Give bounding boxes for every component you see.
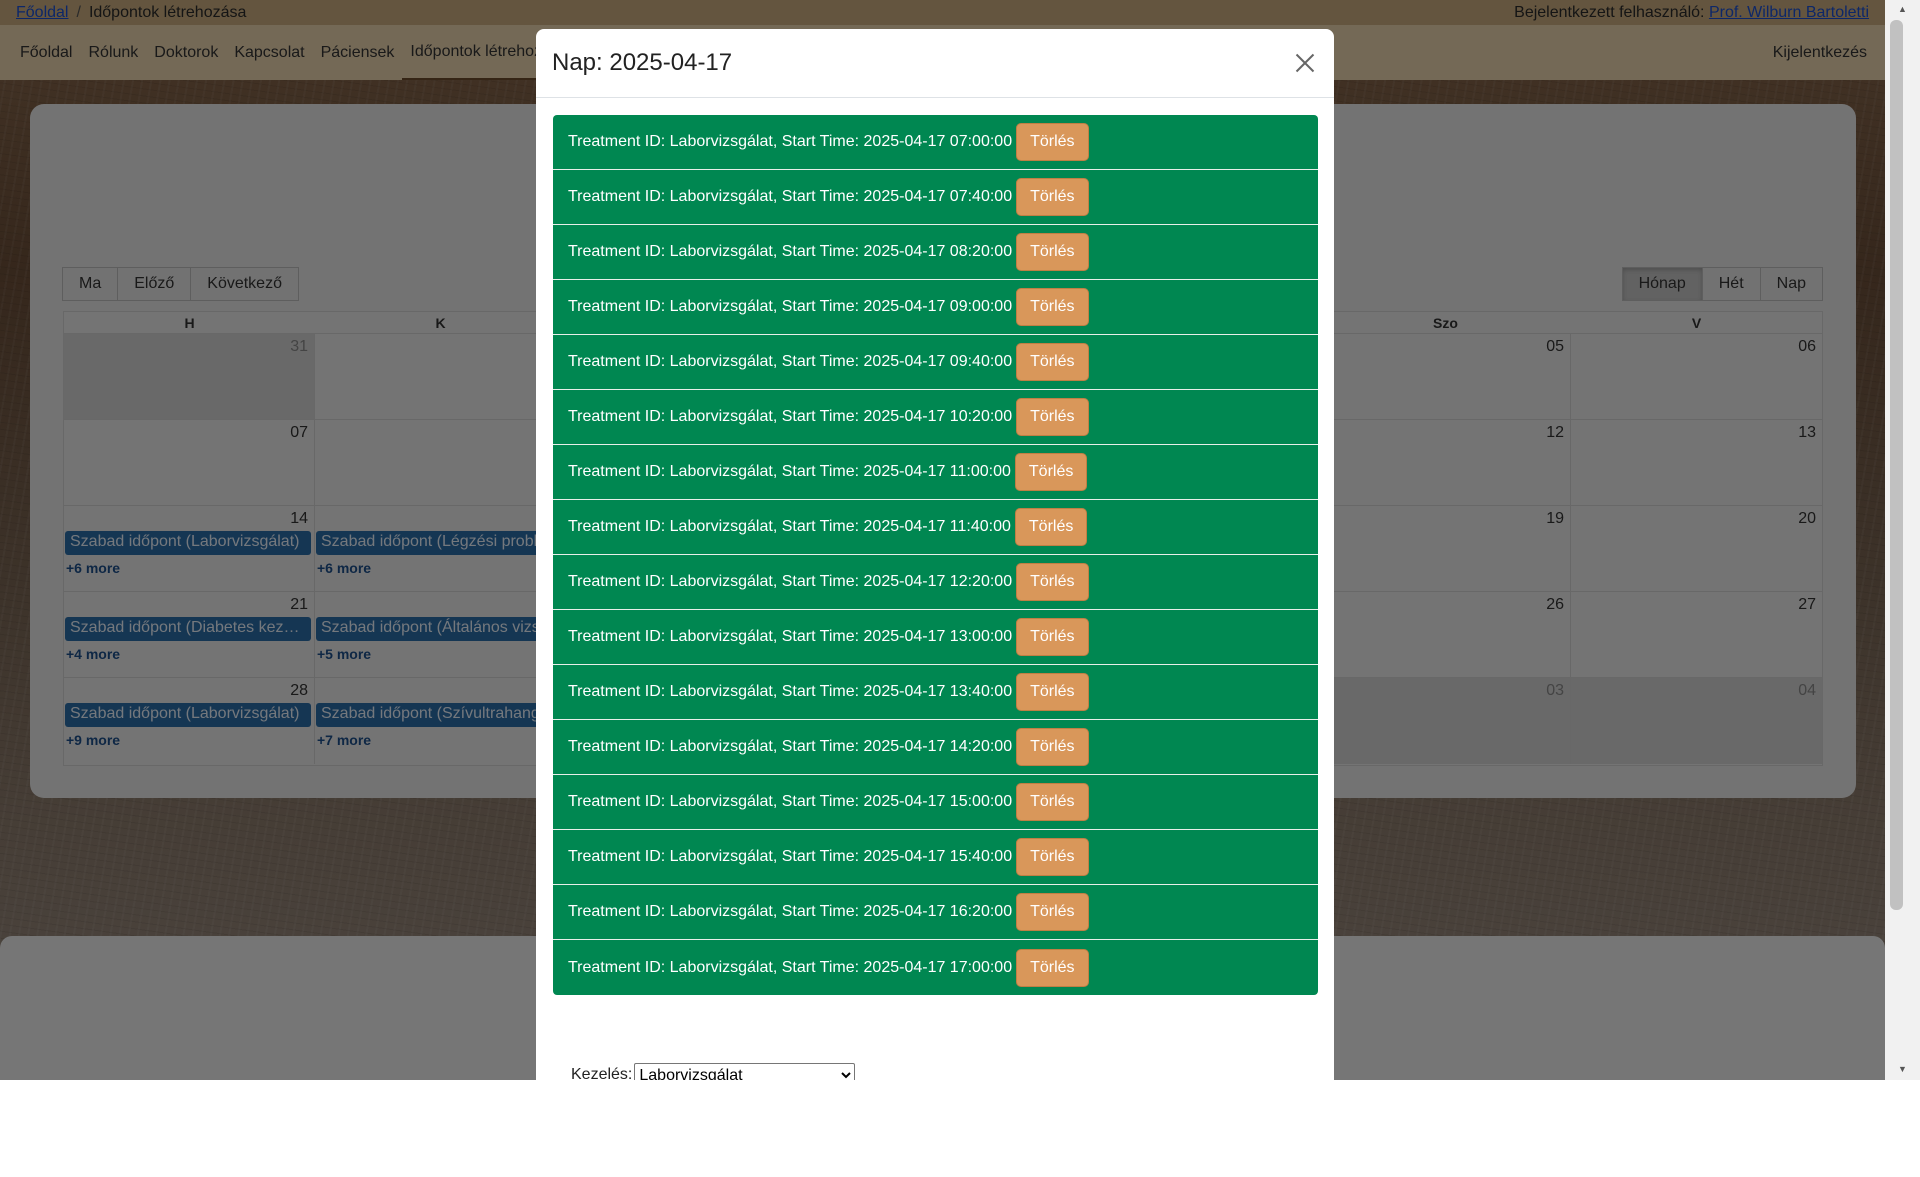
delete-appointment-button[interactable]: Törlés — [1016, 618, 1089, 656]
appointment-text: Treatment ID: Laborvizsgálat, Start Time… — [568, 793, 1013, 810]
delete-appointment-button[interactable]: Törlés — [1016, 343, 1089, 381]
delete-appointment-button[interactable]: Törlés — [1016, 123, 1089, 161]
appointment-text: Treatment ID: Laborvizsgálat, Start Time… — [568, 463, 1011, 480]
treatment-select[interactable]: Laborvizsgálat — [634, 1063, 856, 1080]
appointment-row: Treatment ID: Laborvizsgálat, Start Time… — [553, 500, 1318, 555]
delete-appointment-button[interactable]: Törlés — [1016, 838, 1089, 876]
delete-appointment-button[interactable]: Törlés — [1016, 563, 1089, 601]
appointment-row: Treatment ID: Laborvizsgálat, Start Time… — [553, 225, 1318, 280]
appointment-row: Treatment ID: Laborvizsgálat, Start Time… — [553, 665, 1318, 720]
delete-appointment-button[interactable]: Törlés — [1016, 398, 1089, 436]
page-scrollbar[interactable]: ▲ ▼ — [1885, 0, 1920, 1080]
modal-title: Nap: 2025-04-17 — [552, 49, 733, 76]
appointment-row: Treatment ID: Laborvizsgálat, Start Time… — [553, 445, 1318, 500]
modal-header: Nap: 2025-04-17 — [536, 29, 1334, 98]
delete-appointment-button[interactable]: Törlés — [1016, 893, 1089, 931]
delete-appointment-button[interactable]: Törlés — [1016, 178, 1089, 216]
appointment-text: Treatment ID: Laborvizsgálat, Start Time… — [568, 243, 1013, 260]
appointment-row: Treatment ID: Laborvizsgálat, Start Time… — [553, 170, 1318, 225]
appointment-text: Treatment ID: Laborvizsgálat, Start Time… — [568, 518, 1011, 535]
appointment-row: Treatment ID: Laborvizsgálat, Start Time… — [553, 390, 1318, 445]
appointment-text: Treatment ID: Laborvizsgálat, Start Time… — [568, 298, 1013, 315]
delete-appointment-button[interactable]: Törlés — [1014, 508, 1088, 546]
close-icon[interactable] — [1290, 48, 1320, 78]
appointment-text: Treatment ID: Laborvizsgálat, Start Time… — [568, 958, 1013, 976]
appointment-text: Treatment ID: Laborvizsgálat, Start Time… — [568, 683, 1013, 700]
appointment-row: Treatment ID: Laborvizsgálat, Start Time… — [553, 775, 1318, 830]
delete-appointment-button[interactable]: Törlés — [1016, 673, 1089, 711]
scroll-up-arrow-icon[interactable]: ▲ — [1898, 4, 1907, 14]
delete-appointment-button[interactable]: Törlés — [1016, 783, 1089, 821]
appointment-text: Treatment ID: Laborvizsgálat, Start Time… — [568, 133, 1013, 150]
appointment-text: Treatment ID: Laborvizsgálat, Start Time… — [568, 848, 1013, 865]
delete-appointment-button[interactable]: Törlés — [1016, 948, 1089, 987]
appointment-row: Treatment ID: Laborvizsgálat, Start Time… — [553, 830, 1318, 885]
appointment-text: Treatment ID: Laborvizsgálat, Start Time… — [568, 738, 1013, 755]
treatment-select-row: Kezelés: Laborvizsgálat — [571, 1063, 856, 1080]
appointment-row: Treatment ID: Laborvizsgálat, Start Time… — [553, 720, 1318, 775]
appointment-list: Treatment ID: Laborvizsgálat, Start Time… — [553, 115, 1318, 995]
appointment-text: Treatment ID: Laborvizsgálat, Start Time… — [568, 188, 1013, 205]
appointment-text: Treatment ID: Laborvizsgálat, Start Time… — [568, 628, 1013, 645]
appointment-row: Treatment ID: Laborvizsgálat, Start Time… — [553, 280, 1318, 335]
appointment-row: Treatment ID: Laborvizsgálat, Start Time… — [553, 885, 1318, 940]
appointment-row: Treatment ID: Laborvizsgálat, Start Time… — [553, 115, 1318, 170]
scrollbar-thumb[interactable] — [1890, 20, 1903, 910]
day-appointments-modal: Nap: 2025-04-17 Treatment ID: Laborvizsg… — [536, 29, 1334, 1080]
delete-appointment-button[interactable]: Törlés — [1016, 233, 1089, 271]
appointment-row: Treatment ID: Laborvizsgálat, Start Time… — [553, 335, 1318, 390]
appointment-row: Treatment ID: Laborvizsgálat, Start Time… — [553, 610, 1318, 665]
appointment-text: Treatment ID: Laborvizsgálat, Start Time… — [568, 573, 1013, 590]
scroll-down-arrow-icon[interactable]: ▼ — [1898, 1064, 1907, 1074]
appointment-row: Treatment ID: Laborvizsgálat, Start Time… — [553, 940, 1318, 995]
appointment-text: Treatment ID: Laborvizsgálat, Start Time… — [568, 408, 1013, 425]
appointment-text: Treatment ID: Laborvizsgálat, Start Time… — [568, 903, 1013, 920]
blank-area — [0, 1080, 1920, 1177]
delete-appointment-button[interactable]: Törlés — [1016, 728, 1089, 766]
browser-viewport: Főoldal/Időpontok létrehozása Bejelentke… — [0, 0, 1920, 1080]
appointment-text: Treatment ID: Laborvizsgálat, Start Time… — [568, 353, 1013, 370]
delete-appointment-button[interactable]: Törlés — [1016, 288, 1089, 326]
delete-appointment-button[interactable]: Törlés — [1014, 453, 1088, 491]
treatment-label: Kezelés: — [571, 1066, 633, 1080]
appointment-row: Treatment ID: Laborvizsgálat, Start Time… — [553, 555, 1318, 610]
